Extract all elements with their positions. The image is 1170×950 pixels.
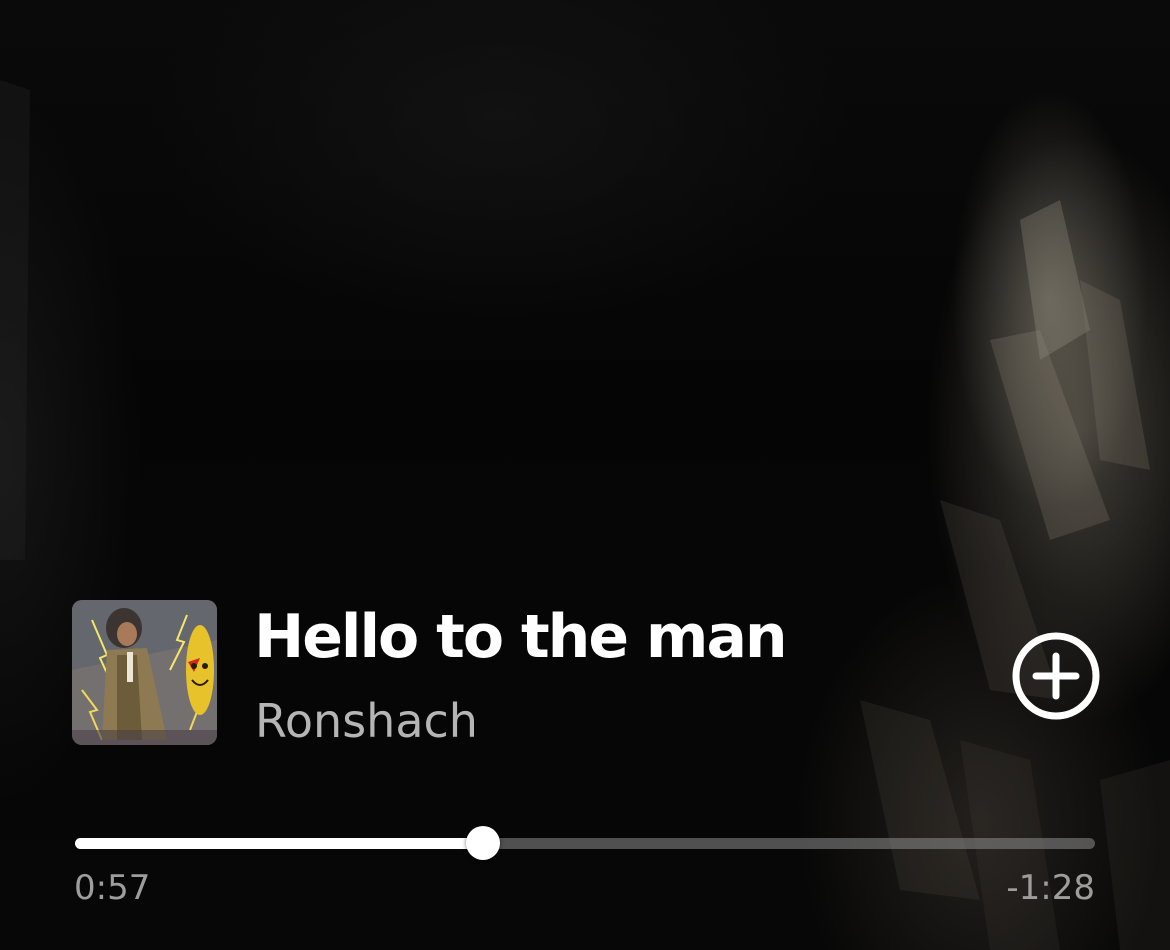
album-art-image — [72, 600, 217, 745]
progress-fill — [75, 838, 483, 849]
elapsed-time: 0:57 — [74, 868, 151, 908]
playback-progress-slider[interactable] — [75, 826, 1095, 862]
now-playing-bar: Hello to the man Ronshach — [72, 600, 1102, 750]
remaining-time: -1:28 — [1006, 868, 1095, 908]
track-artist[interactable]: Ronshach — [255, 692, 478, 750]
now-playing-screen: Hello to the man Ronshach 0:57 -1:28 — [0, 0, 1170, 950]
plus-circle-icon — [1012, 632, 1100, 720]
track-title[interactable]: Hello to the man — [254, 600, 788, 674]
add-to-library-button[interactable] — [1010, 630, 1102, 722]
progress-thumb[interactable] — [466, 826, 500, 860]
background-video-blur — [0, 80, 1170, 950]
album-art[interactable] — [72, 600, 217, 745]
